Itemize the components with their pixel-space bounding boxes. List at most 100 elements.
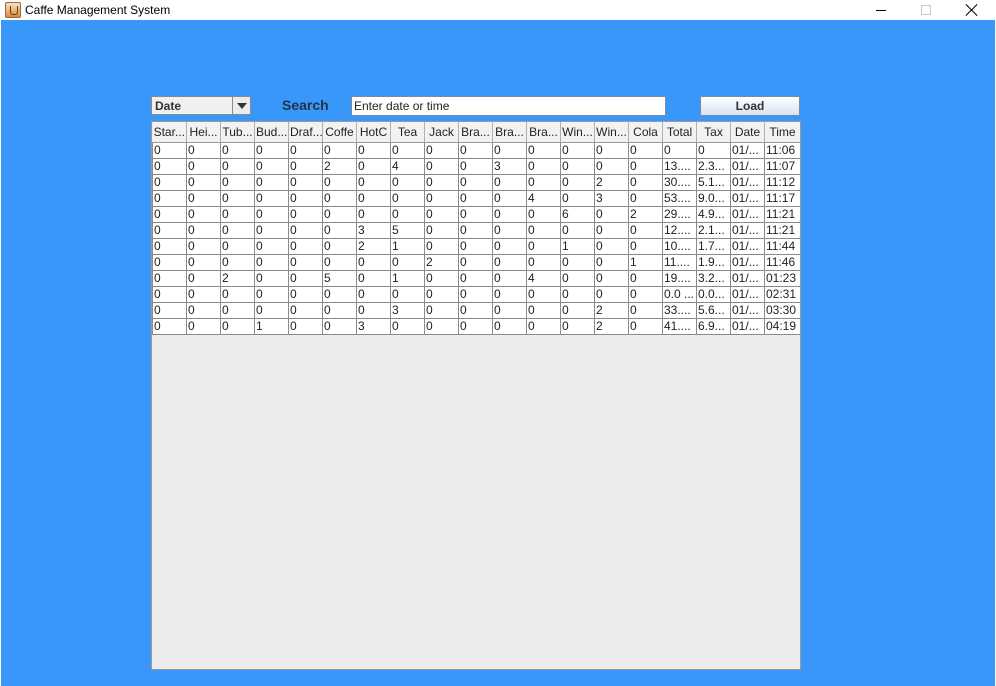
table-cell[interactable]: 0 bbox=[254, 141, 289, 159]
table-cell[interactable]: 0 bbox=[628, 141, 663, 159]
table-cell[interactable]: 0 bbox=[492, 285, 527, 303]
table-cell[interactable]: 0 bbox=[220, 141, 255, 159]
table-cell[interactable]: 0 bbox=[526, 237, 561, 255]
table-cell[interactable]: 0 bbox=[152, 317, 187, 335]
table-cell[interactable]: 0 bbox=[322, 189, 357, 207]
column-header[interactable]: Win... bbox=[560, 122, 595, 143]
table-cell[interactable]: 0 bbox=[390, 189, 425, 207]
column-header[interactable]: Coffe bbox=[322, 122, 357, 143]
table-cell[interactable]: 0 bbox=[186, 221, 221, 239]
table-cell[interactable]: 0 bbox=[628, 269, 663, 287]
table-cell[interactable]: 0 bbox=[152, 269, 187, 287]
table-cell[interactable]: 11:17 bbox=[764, 189, 800, 207]
table-cell[interactable]: 10.... bbox=[662, 237, 697, 255]
table-cell[interactable]: 0 bbox=[594, 269, 629, 287]
table-cell[interactable]: 0 bbox=[288, 285, 323, 303]
table-cell[interactable]: 0 bbox=[628, 317, 663, 335]
table-row[interactable]: 0 0 0 0 0 0 0 0 2 0 0 0 0 0 1 11.... 1.9... 01/... 11:46 bbox=[152, 253, 800, 271]
table-cell[interactable]: 0 bbox=[458, 237, 493, 255]
table-row[interactable]: 0 0 0 0 0 0 0 0 0 0 0 0 0 2 0 30.... 5.1... 01/... 11:12 bbox=[152, 173, 800, 191]
table-row[interactable]: 0 0 0 0 0 0 2 1 0 0 0 0 1 0 0 10.... 1.7... 01/... 11:44 bbox=[152, 237, 800, 255]
table-cell[interactable]: 0 bbox=[356, 285, 391, 303]
column-header[interactable]: Bra... bbox=[458, 122, 493, 143]
table-cell[interactable]: 0 bbox=[526, 157, 561, 175]
table-cell[interactable]: 0 bbox=[458, 189, 493, 207]
combo-dropdown-button[interactable] bbox=[232, 97, 250, 114]
table-cell[interactable]: 0 bbox=[186, 269, 221, 287]
table-cell[interactable]: 0 bbox=[560, 173, 595, 191]
table-cell[interactable]: 1 bbox=[628, 253, 663, 271]
table-cell[interactable]: 0 bbox=[628, 221, 663, 239]
table-cell[interactable]: 0 bbox=[458, 173, 493, 191]
table-cell[interactable]: 01/... bbox=[730, 301, 765, 319]
table-cell[interactable]: 01/... bbox=[730, 173, 765, 191]
table-cell[interactable]: 0 bbox=[492, 221, 527, 239]
table-cell[interactable]: 0 bbox=[594, 285, 629, 303]
column-header[interactable]: Tub... bbox=[220, 122, 255, 143]
column-header[interactable]: Jack bbox=[424, 122, 459, 143]
table-cell[interactable]: 01/... bbox=[730, 285, 765, 303]
table-cell[interactable]: 0 bbox=[322, 317, 357, 335]
table-cell[interactable]: 0 bbox=[152, 205, 187, 223]
table-cell[interactable]: 0 bbox=[186, 285, 221, 303]
table-cell[interactable]: 01/... bbox=[730, 141, 765, 159]
table-cell[interactable]: 0 bbox=[492, 205, 527, 223]
table-cell[interactable]: 0 bbox=[288, 157, 323, 175]
table-cell[interactable]: 19.... bbox=[662, 269, 697, 287]
table-cell[interactable]: 01/... bbox=[730, 253, 765, 271]
table-cell[interactable]: 0 bbox=[560, 317, 595, 335]
table-cell[interactable]: 0 bbox=[152, 285, 187, 303]
column-header[interactable]: Bra... bbox=[526, 122, 561, 143]
table-cell[interactable]: 0 bbox=[356, 157, 391, 175]
table-row[interactable]: 0 0 0 0 0 0 0 0 0 0 0 0 0 0 0 0 0 01/... 11:06 bbox=[152, 141, 800, 159]
table-cell[interactable]: 5 bbox=[322, 269, 357, 287]
table-cell[interactable]: 11:46 bbox=[764, 253, 800, 271]
table-cell[interactable]: 4 bbox=[526, 269, 561, 287]
table-cell[interactable]: 0 bbox=[492, 269, 527, 287]
table-cell[interactable]: 0 bbox=[424, 301, 459, 319]
table-cell[interactable]: 0 bbox=[492, 237, 527, 255]
table-cell[interactable]: 0 bbox=[288, 253, 323, 271]
table-cell[interactable]: 0 bbox=[458, 301, 493, 319]
table-cell[interactable]: 0 bbox=[594, 253, 629, 271]
table-cell[interactable]: 0 bbox=[526, 253, 561, 271]
table-cell[interactable]: 0 bbox=[356, 269, 391, 287]
table-cell[interactable]: 0 bbox=[560, 141, 595, 159]
table-cell[interactable]: 0 bbox=[390, 141, 425, 159]
table-cell[interactable]: 0 bbox=[254, 285, 289, 303]
table-cell[interactable]: 11:07 bbox=[764, 157, 800, 175]
table-cell[interactable]: 0 bbox=[458, 317, 493, 335]
orders-table-scrollpane[interactable]: Star... Hei... Tub... Bud... Draf... Coffe Hot… bbox=[151, 121, 801, 670]
table-cell[interactable]: 0 bbox=[220, 285, 255, 303]
table-cell[interactable]: 0 bbox=[220, 237, 255, 255]
table-cell[interactable]: 2.3... bbox=[696, 157, 731, 175]
table-cell[interactable]: 0 bbox=[424, 141, 459, 159]
table-cell[interactable]: 0 bbox=[458, 221, 493, 239]
table-cell[interactable]: 0 bbox=[662, 141, 697, 159]
table-cell[interactable]: 0 bbox=[424, 285, 459, 303]
table-cell[interactable]: 1 bbox=[390, 237, 425, 255]
table-cell[interactable]: 0 bbox=[220, 301, 255, 319]
table-cell[interactable]: 3 bbox=[492, 157, 527, 175]
table-cell[interactable]: 0 bbox=[628, 285, 663, 303]
table-cell[interactable]: 3 bbox=[356, 221, 391, 239]
column-header[interactable]: Date bbox=[730, 122, 765, 143]
table-cell[interactable]: 11:12 bbox=[764, 173, 800, 191]
table-cell[interactable]: 0 bbox=[594, 221, 629, 239]
table-cell[interactable]: 29.... bbox=[662, 205, 697, 223]
table-cell[interactable]: 0 bbox=[424, 237, 459, 255]
table-cell[interactable]: 0 bbox=[152, 253, 187, 271]
table-cell[interactable]: 0 bbox=[186, 205, 221, 223]
close-button[interactable] bbox=[949, 0, 995, 20]
maximize-button[interactable] bbox=[903, 0, 949, 20]
column-header[interactable]: Win... bbox=[594, 122, 629, 143]
table-cell[interactable]: 01/... bbox=[730, 205, 765, 223]
table-cell[interactable]: 2 bbox=[356, 237, 391, 255]
table-cell[interactable]: 0 bbox=[424, 173, 459, 191]
minimize-button[interactable] bbox=[858, 0, 904, 20]
table-cell[interactable]: 0 bbox=[458, 141, 493, 159]
column-header[interactable]: Cola bbox=[628, 122, 663, 143]
table-cell[interactable]: 30.... bbox=[662, 173, 697, 191]
table-row[interactable]: 0 0 0 0 0 2 0 4 0 0 3 0 0 0 0 13.... 2.3... 01/... 11:07 bbox=[152, 157, 800, 175]
table-cell[interactable]: 3 bbox=[390, 301, 425, 319]
